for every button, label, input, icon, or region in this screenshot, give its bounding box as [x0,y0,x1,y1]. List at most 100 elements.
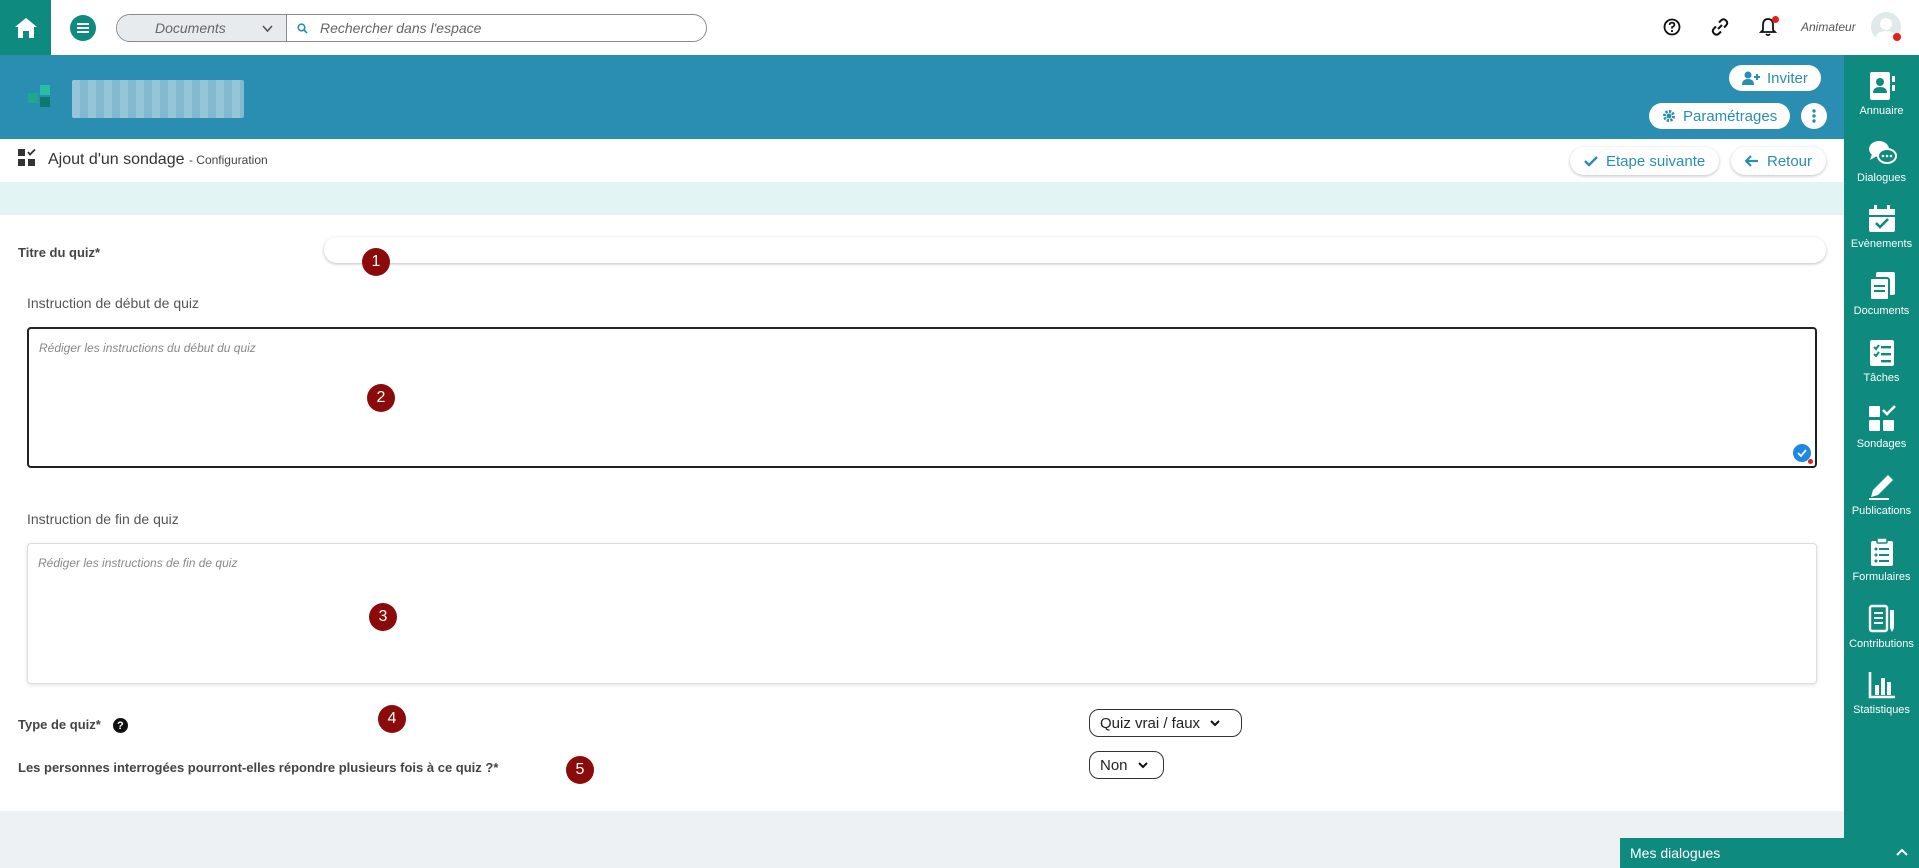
sidebar-item-statistiques[interactable]: Statistiques [1844,668,1919,734]
check-icon [1584,156,1598,167]
marker-3: 3 [369,603,397,631]
sidebar-item-label: Statistiques [1853,704,1910,716]
sidebar-item-label: Contributions [1849,638,1914,650]
help-icon[interactable]: ? [112,718,128,734]
home-icon [14,17,37,38]
gear-icon [1663,110,1675,122]
start-instruction-editor[interactable]: Rédiger les instructions du début du qui… [27,327,1817,468]
multiple-answers-value: Non [1100,756,1128,774]
spellcheck-badge [1808,459,1813,464]
search-scope-value: Documents [155,20,226,36]
end-instruction-label: Instruction de fin de quiz [27,511,179,527]
marker-5: 5 [566,756,594,784]
chevron-down-icon [262,25,273,33]
space-title-blurred [72,80,244,118]
settings-label: Paramétrages [1683,107,1778,125]
end-instruction-placeholder: Rédiger les instructions de fin de quiz [38,556,238,570]
page-title-main: Ajout d'un sondage [48,151,185,168]
notification-badge [1772,16,1779,23]
next-step-label: Etape suivante [1606,152,1706,170]
status-badge [1893,33,1901,41]
space-logo [28,85,50,107]
help-icon [1663,18,1681,36]
sidebar-item-documents[interactable]: Documents [1844,269,1919,335]
quiz-title-label: Titre du quiz* [18,245,101,260]
sidebar-item-label: Formulaires [1852,571,1911,583]
quiz-config-form: Titre du quiz* 1 Instruction de début de… [0,215,1844,811]
calendar-icon [1868,205,1895,232]
sidebar-item-label: Documents [1853,305,1910,317]
pencil-icon [1868,475,1893,500]
menu-button[interactable] [70,15,96,41]
quiz-type-label: Type de quiz* [18,717,101,732]
link-icon [1711,18,1729,36]
sidebar-item-publications[interactable]: Publications [1844,469,1919,535]
chevron-up-icon[interactable] [1895,846,1909,858]
polls-icon [1868,405,1896,431]
sidebar-item-taches[interactable]: Tâches [1844,336,1919,402]
multiple-answers-select[interactable]: Non [1089,751,1164,779]
user-role: Animateur [1801,20,1856,34]
sidebar-item-label: Dialogues [1857,172,1906,184]
notifications-button[interactable] [1757,16,1779,38]
back-label: Retour [1767,152,1813,170]
multiple-answers-label: Les personnes interrogées pourront-elles… [18,760,499,775]
stats-icon [1868,672,1895,699]
search-bar: Documents [116,14,707,42]
sidebar-item-contributions[interactable]: Contributions [1844,602,1919,668]
search-scope-select[interactable]: Documents [117,15,287,41]
polls-icon [18,149,36,166]
invite-label: Inviter [1767,69,1808,87]
search-icon [297,22,308,34]
sidebar-item-label: Annuaire [1859,105,1904,117]
back-button[interactable]: Retour [1731,147,1827,175]
page-header: Ajout d'un sondage - Configuration Etape… [0,139,1844,182]
contacts-icon [1869,72,1895,100]
dialogues-bar[interactable]: Mes dialogues [1620,838,1919,868]
start-instruction-placeholder: Rédiger les instructions du début du qui… [39,341,256,355]
next-step-button[interactable]: Etape suivante [1570,147,1720,175]
sidebar-item-label: Sondages [1856,438,1907,450]
page-title: Ajout d'un sondage - Configuration [48,151,268,169]
menu-icon [77,23,89,33]
home-button[interactable] [0,0,51,55]
form-icon [1870,537,1893,566]
quiz-type-label-row: Type de quiz*? [18,717,128,734]
more-options-button[interactable] [1801,103,1827,129]
chevron-down-icon [1137,762,1148,769]
right-sidebar: Annuaire Dialogues Evènements Documents … [1844,55,1919,868]
sidebar-item-formulaires[interactable]: Formulaires [1844,535,1919,601]
help-button[interactable] [1661,16,1683,38]
arrow-left-icon [1745,155,1758,167]
start-instruction-label: Instruction de début de quiz [27,295,200,311]
space-banner [0,55,1844,139]
search-input[interactable] [320,20,706,36]
quiz-title-input[interactable] [324,237,1826,263]
sidebar-item-label: Tâches [1863,372,1900,384]
marker-1: 1 [362,248,390,276]
page-subtitle: - Configuration [188,153,268,167]
sidebar-item-sondages[interactable]: Sondages [1844,402,1919,468]
sidebar-item-label: Publications [1851,505,1912,517]
contributions-icon [1868,604,1894,633]
kebab-icon [1812,109,1816,123]
top-bar: Documents Animateur [0,0,1919,55]
sidebar-item-annuaire[interactable]: Annuaire [1844,69,1919,135]
sidebar-item-evenements[interactable]: Evènements [1844,202,1919,268]
sidebar-item-dialogues[interactable]: Dialogues [1844,136,1919,202]
chevron-down-icon [1210,720,1220,727]
documents-icon [1868,272,1895,301]
quiz-type-select[interactable]: Quiz vrai / faux [1089,709,1242,737]
invite-button[interactable]: Inviter [1729,65,1821,91]
dialogues-label: Mes dialogues [1630,845,1721,861]
marker-4: 4 [378,705,406,733]
settings-button[interactable]: Paramétrages [1649,103,1791,129]
chat-icon [1868,141,1897,164]
link-button[interactable] [1709,16,1731,38]
end-instruction-editor[interactable]: Rédiger les instructions de fin de quiz [27,543,1817,684]
divider-strip [0,182,1844,215]
tasks-icon [1869,340,1894,366]
quiz-type-value: Quiz vrai / faux [1100,714,1201,732]
sidebar-item-label: Evènements [1850,238,1913,250]
marker-2: 2 [367,384,395,412]
